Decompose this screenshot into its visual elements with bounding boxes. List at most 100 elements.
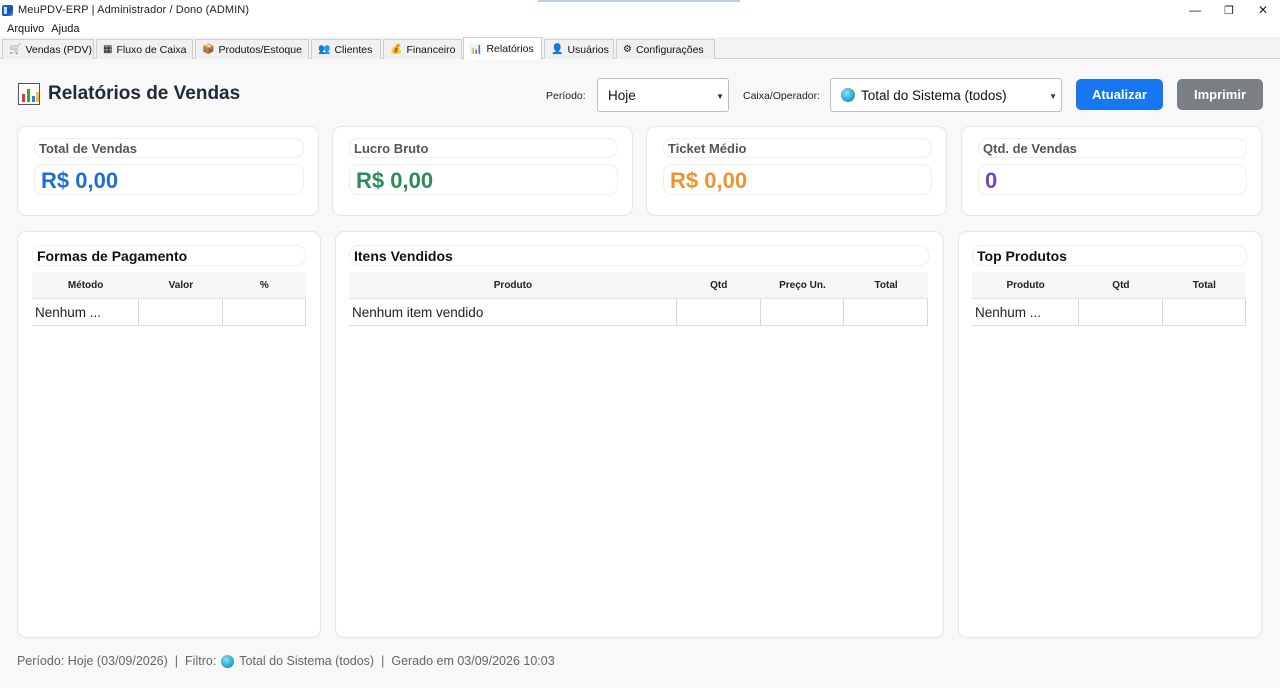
column-header-produto[interactable]: Produto: [349, 272, 677, 298]
close-icon: ✕: [1257, 3, 1269, 17]
status-footer: Período: Hoje (03/09/2026) | Filtro: Tot…: [17, 654, 555, 668]
gear-icon: ⚙: [623, 44, 632, 55]
table-row[interactable]: Nenhum item vendido: [349, 299, 928, 326]
footer-filtro-value: Total do Sistema (todos): [239, 654, 375, 668]
imprimir-button[interactable]: Imprimir: [1177, 79, 1263, 110]
column-header-percent[interactable]: %: [223, 272, 306, 298]
footer-filtro-label: Filtro:: [185, 654, 217, 668]
menu-ajuda[interactable]: Ajuda: [51, 23, 79, 35]
dropdown-arrow-icon: ▼: [716, 92, 724, 101]
panel-title: Formas de Pagamento: [32, 245, 306, 266]
tab-label: Vendas (PDV): [25, 43, 92, 56]
tab-label: Financeiro: [406, 43, 456, 56]
itens-table: Produto Qtd Preço Un. Total Nenhum item …: [349, 272, 928, 326]
panel-top-produtos: Top Produtos Produto Qtd Total Nenhum ..…: [958, 231, 1262, 638]
tab-usuarios[interactable]: 👤 Usuários: [544, 39, 614, 59]
table-cell: Nenhum item vendido: [349, 299, 677, 325]
tab-vendas-pdv[interactable]: 🛒 Vendas (PDV): [2, 39, 94, 59]
caixa-operador-select[interactable]: Total do Sistema (todos) ▼: [830, 78, 1062, 112]
atualizar-button[interactable]: Atualizar: [1076, 79, 1163, 110]
tab-configuracoes[interactable]: ⚙ Configurações: [616, 39, 715, 59]
kpi-label: Total de Vendas: [34, 138, 304, 158]
table-cell: Nenhum ...: [972, 299, 1080, 325]
kpi-card-lucro-bruto: Lucro Bruto R$ 0,00: [332, 126, 633, 216]
column-header-total[interactable]: Total: [1163, 272, 1246, 298]
kpi-label: Qtd. de Vendas: [978, 138, 1247, 158]
column-header-metodo[interactable]: Método: [32, 272, 139, 298]
kpi-label: Lucro Bruto: [349, 138, 618, 158]
app-icon: [2, 4, 13, 16]
tab-label: Clientes: [334, 43, 373, 56]
table-cell: [761, 299, 845, 325]
footer-periodo: Período: Hoje (03/09/2026): [17, 654, 168, 668]
box-icon: 📦: [202, 44, 215, 55]
panel-title: Itens Vendidos: [349, 245, 929, 266]
title-bar: MeuPDV-ERP | Administrador / Dono (ADMIN…: [0, 0, 1280, 20]
table-row[interactable]: Nenhum ...: [972, 299, 1246, 326]
globe-icon: [221, 654, 235, 668]
caixa-value: Total do Sistema (todos): [861, 87, 1007, 103]
tab-produtos-estoque[interactable]: 📦 Produtos/Estoque: [195, 39, 309, 59]
user-icon: 👤: [551, 44, 564, 55]
cart-icon: 🛒: [9, 44, 22, 55]
table-cell: Nenhum ...: [32, 299, 140, 325]
periodo-select[interactable]: Hoje ▼: [597, 78, 729, 112]
close-button[interactable]: ✕: [1246, 0, 1280, 20]
column-header-qtd[interactable]: Qtd: [677, 272, 761, 298]
minimize-icon: —: [1189, 3, 1201, 17]
table-header: Produto Qtd Preço Un. Total: [349, 272, 928, 299]
column-header-produto[interactable]: Produto: [972, 272, 1079, 298]
top-produtos-table: Produto Qtd Total Nenhum ...: [972, 272, 1246, 326]
table-cell: [677, 299, 761, 325]
kpi-value: R$ 0,00: [349, 164, 618, 195]
column-header-valor[interactable]: Valor: [139, 272, 222, 298]
tab-clientes[interactable]: 👥 Clientes: [311, 39, 381, 59]
kpi-card-qtd-vendas: Qtd. de Vendas 0: [961, 126, 1262, 216]
footer-gerado: Gerado em 03/09/2026 10:03: [391, 654, 555, 668]
kpi-value: R$ 0,00: [34, 164, 304, 195]
table-cell: [1079, 299, 1163, 325]
panel-formas-pagamento: Formas de Pagamento Método Valor % Nenhu…: [17, 231, 321, 638]
table-cell: [223, 299, 306, 325]
tab-label: Relatórios: [486, 43, 534, 55]
column-header-total[interactable]: Total: [844, 272, 928, 298]
tab-relatorios[interactable]: 📊 Relatórios: [463, 37, 542, 60]
kpi-label: Ticket Médio: [663, 138, 932, 158]
restore-button[interactable]: ❐: [1212, 0, 1246, 20]
page-title: Relatórios de Vendas: [18, 83, 240, 105]
kpi-value: 0: [978, 164, 1247, 195]
pagamento-table: Método Valor % Nenhum ...: [32, 272, 306, 326]
tab-label: Fluxo de Caixa: [116, 43, 187, 56]
globe-icon: [841, 88, 855, 102]
main-content: Relatórios de Vendas Período: Hoje ▼ Cai…: [0, 59, 1280, 688]
table-cell: [139, 299, 223, 325]
column-header-qtd[interactable]: Qtd: [1079, 272, 1162, 298]
panel-title: Top Produtos: [972, 245, 1247, 266]
caixa-label: Caixa/Operador:: [743, 90, 821, 102]
table-header: Método Valor %: [32, 272, 306, 299]
column-header-preco-un[interactable]: Preço Un.: [761, 272, 845, 298]
window-controls: — ❐ ✕: [1178, 0, 1280, 20]
bar-chart-icon: [18, 83, 40, 105]
periodo-value: Hoje: [608, 87, 636, 103]
table-header: Produto Qtd Total: [972, 272, 1246, 299]
chart-icon: 📊: [470, 43, 483, 55]
menu-arquivo[interactable]: Arquivo: [7, 23, 44, 35]
tab-label: Usuários: [567, 43, 609, 56]
tab-label: Produtos/Estoque: [218, 43, 302, 56]
table-cell: [1163, 299, 1246, 325]
kpi-card-ticket-medio: Ticket Médio R$ 0,00: [646, 126, 947, 216]
table-row[interactable]: Nenhum ...: [32, 299, 306, 326]
kpi-card-total-vendas: Total de Vendas R$ 0,00: [17, 126, 319, 216]
title-accent: [538, 0, 740, 2]
tab-financeiro[interactable]: 💰 Financeiro: [383, 39, 462, 59]
footer-separator: |: [174, 654, 179, 668]
people-icon: 👥: [318, 44, 331, 55]
minimize-button[interactable]: —: [1178, 0, 1212, 20]
tab-fluxo-de-caixa[interactable]: ▦ Fluxo de Caixa: [96, 39, 193, 59]
dropdown-arrow-icon: ▼: [1049, 92, 1057, 101]
cashbox-icon: ▦: [103, 44, 113, 55]
page-title-text: Relatórios de Vendas: [48, 83, 241, 104]
panel-itens-vendidos: Itens Vendidos Produto Qtd Preço Un. Tot…: [335, 231, 944, 638]
moneybag-icon: 💰: [390, 44, 403, 55]
